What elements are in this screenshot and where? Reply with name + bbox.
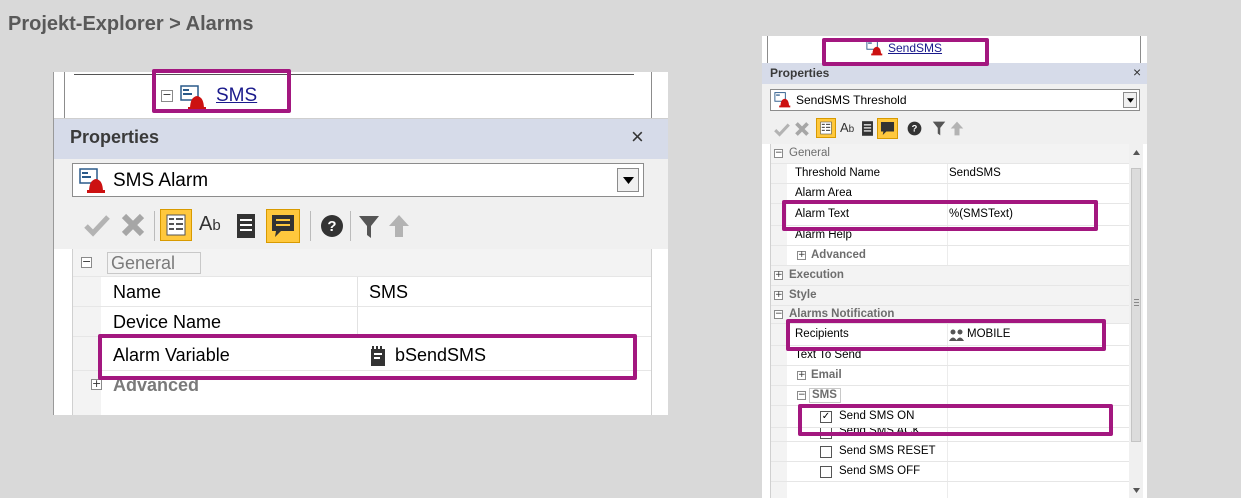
properties-header: Properties × [54,119,668,159]
collapse-general-toggle[interactable]: − [81,256,92,268]
right-cancel-x-icon[interactable] [794,121,810,137]
right-category-general-label: General [789,147,830,159]
property-pages-icon[interactable] [234,212,258,240]
property-row-name[interactable]: Name SMS [73,277,651,307]
category-general[interactable]: − General [73,249,651,277]
selector-value: SMS Alarm [113,170,209,191]
alphabetical-icon[interactable]: Ab [199,213,221,236]
properties-title: Properties [70,127,160,147]
highlight-alarm-variable [98,334,637,380]
expand-execution-toggle[interactable]: + [774,271,783,280]
highlight-recipients [786,319,1106,351]
right-alphabetical-icon[interactable]: Ab [840,120,854,135]
arrow-up-icon[interactable] [388,214,410,238]
right-collapse-general-toggle[interactable]: − [774,149,783,158]
dropdown-button[interactable] [617,168,639,192]
prop-threshold-name-label: Threshold Name [795,167,881,179]
send-sms-off-checkbox[interactable] [820,466,832,478]
category-style-label: Style [789,289,817,301]
property-row-device-name[interactable]: Device Name [73,307,651,337]
category-sms[interactable]: − SMS [771,386,1130,406]
right-category-general[interactable]: − General [771,144,1130,164]
description-toggle-icon[interactable] [266,209,300,243]
sms-option-off[interactable]: Send SMS OFF [771,462,1130,482]
threshold-object-icon [774,92,793,108]
highlight-send-sms-tree-item [822,38,989,66]
prop-alarm-area-label: Alarm Area [795,187,852,199]
right-property-pages-icon[interactable] [860,120,875,137]
cancel-x-icon[interactable] [120,212,146,238]
right-properties-header: Properties × [762,63,1147,84]
sms-option-reset[interactable]: Send SMS RESET [771,442,1130,462]
right-arrow-up-icon[interactable] [950,121,964,136]
expand-email-toggle[interactable]: + [797,371,806,380]
apply-check-icon[interactable] [84,213,110,237]
categorized-view-icon[interactable] [160,209,192,241]
property-device-name-label: Device Name [113,312,222,332]
prop-threshold-name[interactable]: Threshold Name SendSMS [771,164,1130,184]
properties-toolbar: Ab ? [54,203,668,249]
right-filter-icon[interactable] [932,121,946,136]
right-expand-advanced-toggle[interactable]: + [797,251,806,260]
highlight-sms-tree-item [152,69,291,113]
prop-threshold-name-value[interactable]: SendSMS [949,167,1001,179]
right-properties-toolbar: Ab ? [762,114,1147,144]
scrollbar-thumb[interactable] [1131,168,1141,442]
right-help-icon[interactable]: ? [907,121,922,136]
collapse-alarms-notification-toggle[interactable]: − [774,310,783,319]
category-execution-label: Execution [789,269,844,281]
scroll-down-arrow-icon[interactable] [1133,488,1140,493]
project-tree-strip: − SMS [54,72,668,119]
help-icon[interactable]: ? [320,214,344,238]
vertical-scrollbar[interactable] [1129,144,1143,498]
right-chevron-down-icon [1127,98,1134,103]
category-general-label: General [111,253,176,273]
page-title: Projekt-Explorer > Alarms [8,13,254,35]
svg-text:?: ? [912,124,918,134]
expand-advanced-toggle[interactable]: + [91,378,102,390]
scroll-up-arrow-icon[interactable] [1133,150,1140,155]
right-properties-title: Properties [770,66,830,80]
send-sms-reset-label: Send SMS RESET [839,445,936,457]
filter-icon[interactable] [358,215,380,239]
right-object-selector[interactable]: SendSMS Threshold [770,89,1140,111]
object-selector[interactable]: SMS Alarm [72,163,644,197]
chevron-down-icon [623,177,634,184]
highlight-alarm-text [782,200,1098,231]
right-selector-value: SendSMS Threshold [796,93,907,107]
right-category-advanced-label: Advanced [811,249,866,261]
collapse-sms-toggle[interactable]: − [797,391,806,400]
send-sms-reset-checkbox[interactable] [820,446,832,458]
property-grid: − General Name SMS Device Name Alarm Var… [72,249,652,415]
right-category-advanced[interactable]: + Advanced [771,246,1130,266]
property-name-value[interactable]: SMS [369,282,408,303]
property-name-label: Name [113,282,162,302]
right-close-icon[interactable]: × [1133,64,1141,80]
svg-text:?: ? [327,218,336,235]
right-apply-check-icon[interactable] [774,122,790,137]
category-sms-label: SMS [812,389,837,401]
category-email-label: Email [811,369,842,381]
category-execution[interactable]: + Execution [771,266,1130,286]
highlight-send-sms-on [798,404,1113,436]
close-icon[interactable]: × [631,124,644,150]
right-categorized-view-icon[interactable] [816,118,836,138]
right-description-toggle-icon[interactable] [877,118,898,139]
expand-style-toggle[interactable]: + [774,291,783,300]
category-style[interactable]: + Style [771,286,1130,306]
category-email[interactable]: + Email [771,366,1130,386]
right-dropdown-button[interactable] [1123,92,1137,108]
send-sms-off-label: Send SMS OFF [839,465,921,477]
alarm-object-icon [79,168,109,194]
